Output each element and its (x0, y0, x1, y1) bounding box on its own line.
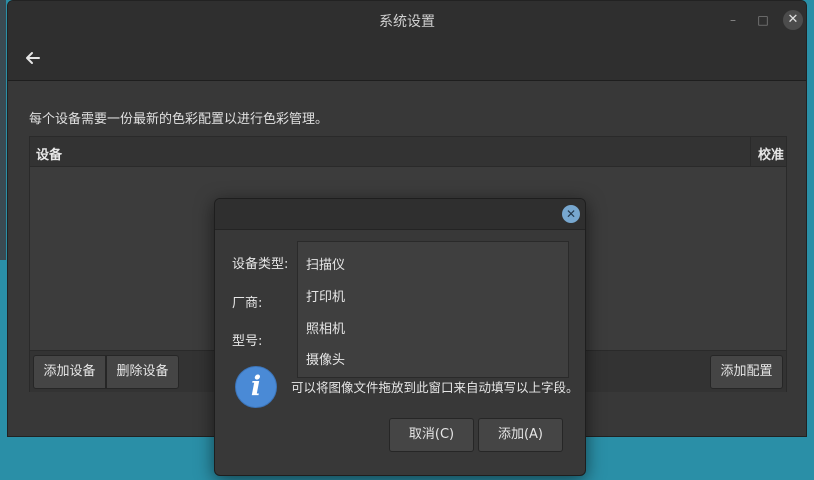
column-header-calibration[interactable]: 校准 (750, 137, 787, 166)
info-icon: i (235, 366, 277, 408)
minimize-button[interactable]: – (724, 11, 742, 29)
close-icon[interactable]: ✕ (562, 205, 580, 223)
device-type-dropdown-list[interactable]: 扫描仪 打印机 照相机 摄像头 (297, 241, 569, 378)
device-type-label: 设备类型: (232, 257, 289, 272)
cancel-button[interactable]: 取消(C) (389, 418, 474, 452)
add-profile-button[interactable]: 添加配置 (710, 355, 783, 389)
device-type-option-camera[interactable]: 照相机 (306, 318, 345, 337)
back-button[interactable] (22, 47, 44, 69)
add-device-dialog: ✕ 设备类型: 厂商: 型号: 扫描仪 打印机 照相机 摄像头 i 可以将图像文… (214, 198, 586, 476)
vendor-label: 厂商: (232, 296, 263, 311)
device-type-option-webcam[interactable]: 摄像头 (306, 349, 345, 368)
model-label: 型号: (232, 334, 263, 349)
device-type-option-printer[interactable]: 打印机 (306, 286, 345, 305)
column-header-device[interactable]: 设备 (36, 144, 62, 163)
add-device-button[interactable]: 添加设备 (33, 355, 106, 389)
table-header: 设备 校准 (30, 137, 786, 167)
add-button[interactable]: 添加(A) (478, 418, 563, 452)
window-title: 系统设置 (379, 14, 435, 30)
dialog-titlebar: ✕ (215, 199, 585, 230)
window-titlebar: 系统设置 – □ ✕ (8, 1, 806, 39)
device-type-option-scanner[interactable]: 扫描仪 (306, 254, 345, 273)
remove-device-button[interactable]: 删除设备 (106, 355, 179, 389)
window-close-button[interactable]: ✕ (783, 10, 803, 30)
color-management-description: 每个设备需要一份最新的色彩配置以进行色彩管理。 (29, 112, 329, 127)
arrow-left-icon (26, 52, 40, 64)
drag-drop-hint: 可以将图像文件拖放到此窗口来自动填写以上字段。 (291, 380, 579, 395)
desktop-background-strip (0, 0, 6, 260)
header-bar (8, 39, 806, 81)
maximize-button[interactable]: □ (754, 11, 772, 29)
